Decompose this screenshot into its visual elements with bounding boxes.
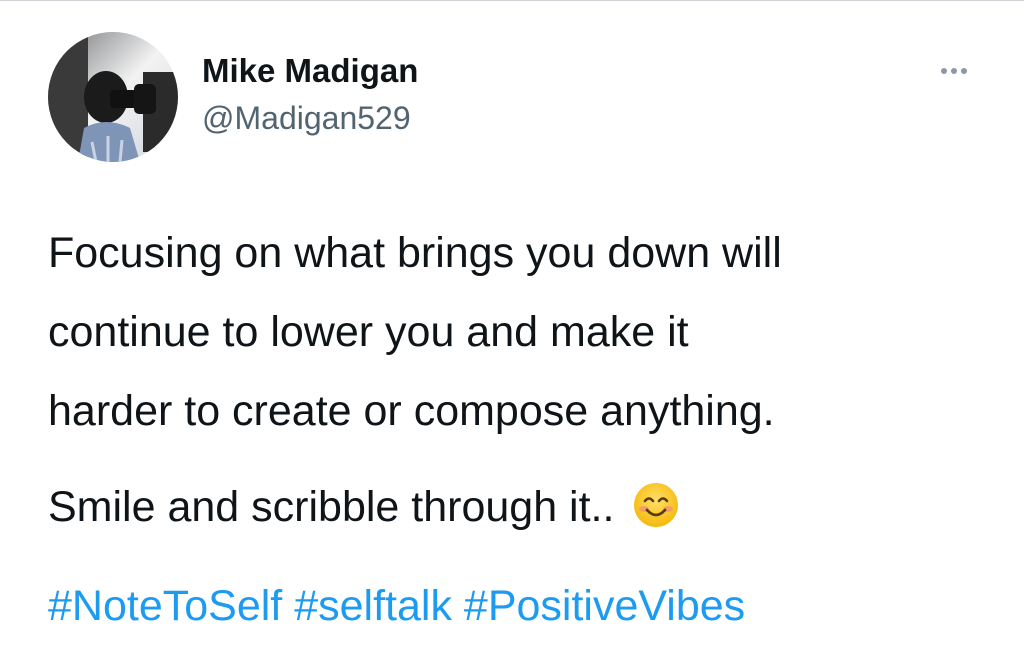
tweet-text: Focusing on what brings you down will co… [48,214,988,547]
hashtag-link[interactable]: #PositiveVibes [464,582,745,630]
more-options-icon[interactable] [930,58,978,84]
hashtag-link[interactable]: #selftalk [294,582,452,630]
tweet-line: continue to lower you and make it [48,308,689,356]
tweet-line: Smile and scribble through it.. [48,483,615,531]
author-name[interactable]: Mike Madigan [202,52,418,90]
avatar[interactable] [48,32,178,162]
tweet-line: Focusing on what brings you down will [48,229,782,277]
tweet-paragraph-2: Smile and scribble through it.. [48,468,988,547]
smiling-face-emoji-icon [632,481,680,529]
avatar-photo-icon [48,32,178,162]
hashtag-link[interactable]: #NoteToSelf [48,582,282,630]
tweet-line: harder to create or compose anything. [48,387,775,435]
hashtags: #NoteToSelf #selftalk #PositiveVibes [48,580,745,632]
dot [961,68,967,74]
author-handle[interactable]: @Madigan529 [202,100,411,137]
divider [0,0,1024,1]
tweet-paragraph-1: Focusing on what brings you down will co… [48,214,988,451]
dot [951,68,957,74]
tweet-card: Mike Madigan @Madigan529 Focusing on wha… [0,0,1024,664]
dot [941,68,947,74]
